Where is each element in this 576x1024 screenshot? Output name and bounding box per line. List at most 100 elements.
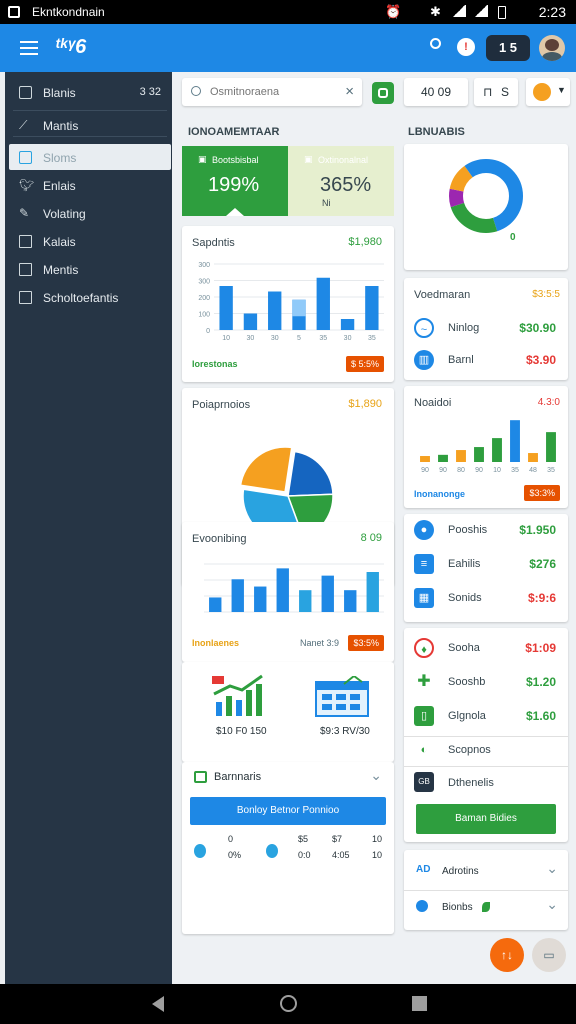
close-icon[interactable]: × <box>345 83 354 100</box>
list-item-label: Eahilis <box>448 558 481 570</box>
timeline-label: 4:05 <box>332 850 350 860</box>
sidebar-item-sloms[interactable]: Sloms <box>9 144 171 170</box>
expand-row-label[interactable]: Adrotins <box>442 866 479 877</box>
bar <box>243 313 258 330</box>
status-app-name: Ekntkondnain <box>32 5 105 19</box>
sidebar-item-kalais[interactable]: Kalais <box>9 230 171 254</box>
summary-row-value: $30.90 <box>519 321 556 335</box>
sidebar-item-label: Scholtoefantis <box>43 291 119 305</box>
sidebar-item-enlais[interactable]: 🐦︎ Enlais <box>9 174 171 198</box>
card-footer: Inonlaenes <box>192 638 240 648</box>
bank-icon: ▥ <box>414 350 434 370</box>
kpi-card-growth[interactable]: ▣ Bootsbisbal 199% <box>182 146 288 216</box>
card-value: $1,980 <box>348 236 382 248</box>
y-tick-label: 100 <box>198 312 210 319</box>
profile-dropdown[interactable]: ▼ <box>526 78 570 106</box>
count-box[interactable]: 40 09 <box>404 78 468 106</box>
timeline-value: $5 <box>298 834 309 844</box>
back-icon[interactable] <box>152 996 164 1012</box>
lock-icon: ▣ <box>198 154 207 164</box>
document-icon <box>19 263 32 276</box>
list-item-value: $1.20 <box>525 675 556 689</box>
chevron-down-icon[interactable]: ⌄ <box>370 767 382 784</box>
alarm-icon: ⏰ <box>385 4 402 19</box>
sidebar-divider <box>13 136 167 137</box>
card-value: 8 09 <box>360 532 382 544</box>
table-icon <box>19 291 32 304</box>
sidebar-item-volating[interactable]: ✎ Volating <box>9 202 171 226</box>
navigation-bar <box>0 984 576 1024</box>
chevron-down-icon[interactable]: ⌄ <box>546 860 558 877</box>
action-button[interactable]: Baman Bidies <box>416 804 556 834</box>
chevron-down-icon: ▼ <box>557 85 566 95</box>
y-tick-label: 200 <box>198 295 210 302</box>
sidebar-divider <box>13 110 167 111</box>
x-tick-label: 30 <box>344 335 352 342</box>
bar <box>292 299 306 317</box>
chevron-down-icon[interactable]: ⌄ <box>546 896 558 913</box>
menu-icon[interactable] <box>20 41 38 55</box>
bar <box>209 597 222 612</box>
counter-badge[interactable]: 1 5 <box>486 35 530 61</box>
illustration-card[interactable]: $10 F0 150 $9:3 RV/30 <box>182 662 394 762</box>
report-button[interactable]: Bonloy Betnor Ponnioo <box>190 797 386 825</box>
sidebar-item-mantis[interactable]: ⟋ Mantis <box>9 114 171 138</box>
pie-slice <box>239 446 293 493</box>
app-logo: ᵗᵏᵞ6 <box>55 36 87 58</box>
sidebar-item-label: Enlais <box>43 179 76 193</box>
refresh-button[interactable] <box>372 82 394 104</box>
x-tick-label: 30 <box>271 335 279 342</box>
search-input[interactable] <box>210 84 330 100</box>
list-item-value: $:9:6 <box>527 591 556 605</box>
growth-chart-icon <box>212 674 263 716</box>
x-tick-label: 48 <box>529 467 537 474</box>
notification-icon[interactable]: ! <box>457 38 475 56</box>
x-tick-label: 90 <box>475 467 483 474</box>
summary-card[interactable]: Voedmaran $3:5:5 ~ Ninlog $30.90 ▥ Barnl… <box>404 278 568 380</box>
bar <box>420 456 430 462</box>
donut-chart-card[interactable]: 0 <box>404 144 568 270</box>
sidebar-item-blanis[interactable]: Blanis 3 32 <box>9 81 171 105</box>
user-filter[interactable]: ⊓ S <box>474 78 518 106</box>
timeline-value: 10 <box>372 834 383 844</box>
bar <box>231 579 244 612</box>
bar <box>219 286 233 330</box>
spreadsheet-icon <box>194 771 207 783</box>
bar-chart-card-2[interactable]: Evoonibing 8 09 Inonlaenes Nanet 3:9 $3:… <box>182 522 394 662</box>
avatar[interactable] <box>539 35 565 61</box>
card-note: Nanet 3:9 <box>300 638 340 648</box>
report-card[interactable]: Barnnaris ⌄ Bonloy Betnor Ponnioo 0 $5 $… <box>182 762 394 934</box>
fab-button[interactable]: ↑↓ <box>490 938 524 972</box>
search-icon[interactable] <box>430 38 441 49</box>
kpi-card-ratio[interactable]: ▣ Oxtinonalnal 365% Ni <box>288 146 394 216</box>
search-bar[interactable]: × <box>182 78 362 106</box>
home-icon[interactable] <box>280 995 297 1012</box>
bar-chart-card[interactable]: Sapdntis $1,980 300 300 200 100 0 10 30 30 5 35 30… <box>182 226 394 382</box>
search-icon <box>191 86 201 96</box>
sidebar-item-mentis[interactable]: Mentis <box>9 258 171 282</box>
app-notification-icon <box>8 6 20 18</box>
list-card-2[interactable]: ♦ Sooha $1:09 ✚ Sooshb $1.20 ▯ Glgnola $… <box>404 628 568 842</box>
wave-icon: ~ <box>414 318 434 338</box>
list-icon <box>19 235 32 248</box>
doc-icon: ▯ <box>414 706 434 726</box>
x-tick-label: 10 <box>222 335 230 342</box>
bar <box>276 568 289 612</box>
illustration-caption: $10 F0 150 <box>216 726 267 737</box>
status-badge: $ 5:5% <box>345 356 384 372</box>
card-title: Barnnaris <box>214 771 262 783</box>
puzzle-icon: ✚ <box>414 672 434 692</box>
kpi-label: Oxtinonalnal <box>318 155 369 165</box>
list-card-1[interactable]: ● Pooshis $1.950 ≡ Eahilis $276 ▦ Sonids… <box>404 514 568 622</box>
recents-icon[interactable] <box>412 996 427 1011</box>
chat-button[interactable]: ▭ <box>532 938 566 972</box>
x-tick-label: 30 <box>247 335 255 342</box>
expand-card[interactable]: AD Adrotins ⌄ Bionbs ⌄ <box>404 850 568 930</box>
bar-chart-card-3[interactable]: Noaidoi 4.3:0 90 90 80 90 10 35 48 35 Inonanong… <box>404 386 568 508</box>
toggle-icon: ◐ <box>414 740 434 760</box>
sidebar-item-scholtoefantis[interactable]: Scholtoefantis <box>9 286 171 310</box>
bar-chart: 90 90 80 90 10 35 48 35 <box>420 420 556 474</box>
expand-row-label[interactable]: Bionbs <box>442 902 473 913</box>
lock-icon: ⊓ <box>483 85 493 99</box>
list-item-label: Glgnola <box>448 710 486 722</box>
